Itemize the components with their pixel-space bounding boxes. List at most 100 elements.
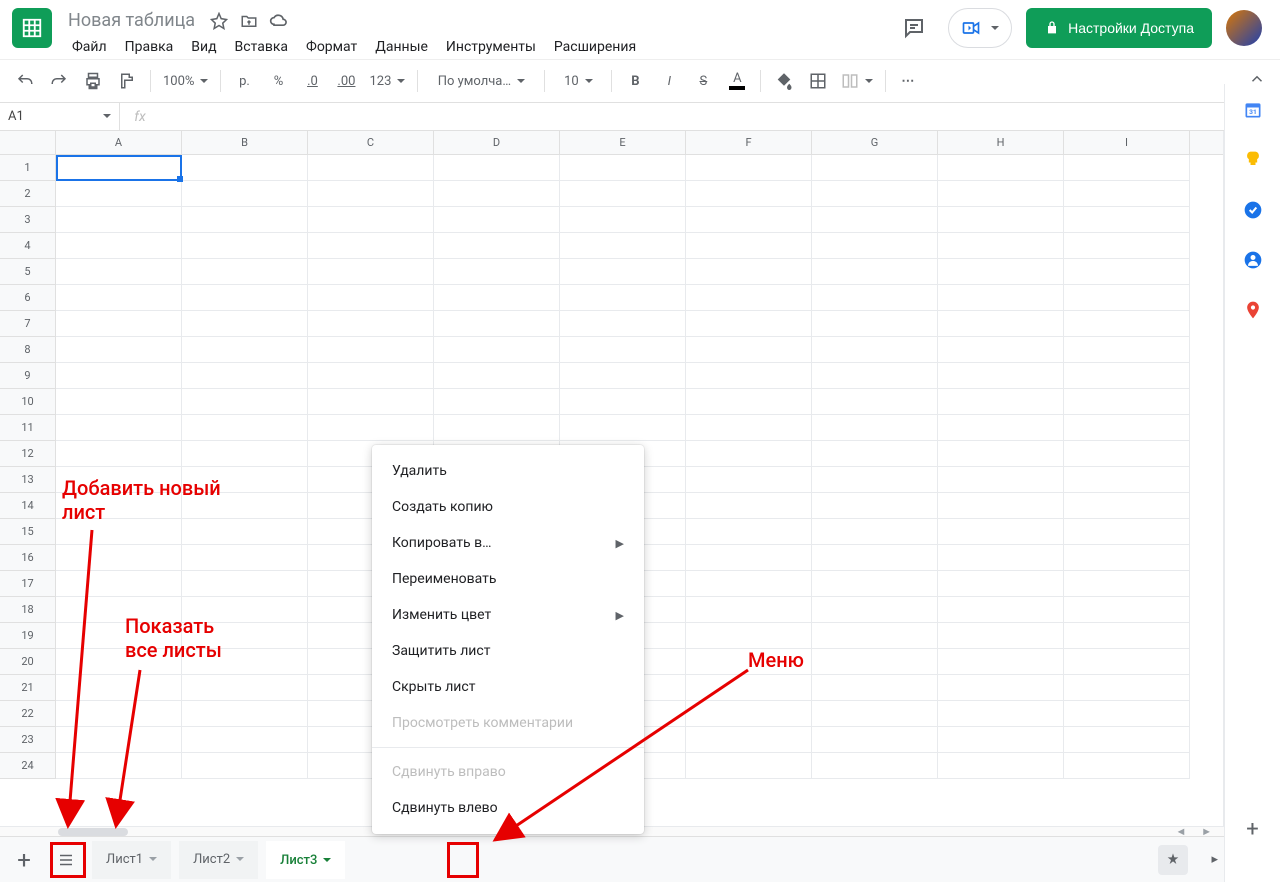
cell[interactable] — [308, 259, 434, 285]
cell[interactable] — [56, 389, 182, 415]
cell[interactable] — [182, 181, 308, 207]
row-header[interactable]: 2 — [0, 181, 56, 207]
ctx-item[interactable]: Защитить лист — [372, 633, 644, 669]
cell[interactable] — [182, 571, 308, 597]
cell[interactable] — [56, 727, 182, 753]
sheet-tab[interactable]: Лист1 — [92, 841, 171, 879]
cell[interactable] — [812, 415, 938, 441]
paint-format-button[interactable] — [112, 66, 142, 96]
cell[interactable] — [182, 259, 308, 285]
cell[interactable] — [1064, 623, 1190, 649]
menu-Правка[interactable]: Правка — [117, 35, 182, 59]
cell[interactable] — [812, 753, 938, 779]
cell[interactable] — [308, 207, 434, 233]
number-format-button[interactable]: 123 — [365, 66, 409, 96]
cell[interactable] — [182, 597, 308, 623]
row-header[interactable]: 24 — [0, 753, 56, 779]
cell[interactable] — [686, 649, 812, 675]
cell[interactable] — [434, 311, 560, 337]
cell[interactable] — [938, 181, 1064, 207]
row-header[interactable]: 8 — [0, 337, 56, 363]
cell[interactable] — [812, 467, 938, 493]
cell[interactable] — [560, 311, 686, 337]
cell[interactable] — [308, 415, 434, 441]
cell[interactable] — [812, 363, 938, 389]
cell[interactable] — [182, 675, 308, 701]
col-header[interactable]: G — [812, 131, 938, 154]
cell[interactable] — [434, 155, 560, 181]
cell[interactable] — [182, 285, 308, 311]
cell[interactable] — [56, 571, 182, 597]
text-color-button[interactable]: A — [722, 66, 752, 96]
cell[interactable] — [182, 727, 308, 753]
cell[interactable] — [1064, 311, 1190, 337]
ctx-item[interactable]: Скрыть лист — [372, 669, 644, 705]
name-box[interactable]: A1 — [0, 103, 120, 130]
cell[interactable] — [938, 311, 1064, 337]
cell[interactable] — [1064, 181, 1190, 207]
cell[interactable] — [182, 649, 308, 675]
cell[interactable] — [938, 753, 1064, 779]
col-header[interactable]: F — [686, 131, 812, 154]
cell[interactable] — [812, 649, 938, 675]
row-header[interactable]: 12 — [0, 441, 56, 467]
cell[interactable] — [560, 233, 686, 259]
row-header[interactable]: 3 — [0, 207, 56, 233]
col-header[interactable]: B — [182, 131, 308, 154]
cell[interactable] — [938, 363, 1064, 389]
cell[interactable] — [938, 337, 1064, 363]
cell[interactable] — [686, 675, 812, 701]
cell[interactable] — [182, 155, 308, 181]
cell[interactable] — [308, 363, 434, 389]
menu-Вид[interactable]: Вид — [183, 35, 224, 59]
cell[interactable] — [812, 571, 938, 597]
cell[interactable] — [1064, 441, 1190, 467]
cell[interactable] — [182, 493, 308, 519]
cell[interactable] — [308, 181, 434, 207]
cell[interactable] — [812, 233, 938, 259]
row-header[interactable]: 23 — [0, 727, 56, 753]
cell[interactable] — [182, 701, 308, 727]
sheets-logo[interactable] — [12, 8, 52, 48]
borders-button[interactable] — [803, 66, 833, 96]
cell[interactable] — [938, 623, 1064, 649]
cell[interactable] — [1064, 701, 1190, 727]
row-header[interactable]: 5 — [0, 259, 56, 285]
cell[interactable] — [56, 233, 182, 259]
cell[interactable] — [56, 155, 182, 181]
row-header[interactable]: 13 — [0, 467, 56, 493]
more-button[interactable]: ⋯ — [894, 66, 924, 96]
cell[interactable] — [560, 181, 686, 207]
cell[interactable] — [56, 545, 182, 571]
row-header[interactable]: 11 — [0, 415, 56, 441]
cell[interactable] — [560, 155, 686, 181]
currency-button[interactable]: р. — [229, 66, 259, 96]
row-header[interactable]: 22 — [0, 701, 56, 727]
cell[interactable] — [1064, 363, 1190, 389]
cell[interactable] — [938, 649, 1064, 675]
cloud-icon[interactable] — [269, 11, 289, 31]
cell[interactable] — [1064, 415, 1190, 441]
cell[interactable] — [938, 415, 1064, 441]
cell[interactable] — [560, 259, 686, 285]
cell[interactable] — [56, 207, 182, 233]
side-panel-add[interactable]: + — [1246, 817, 1258, 842]
cell[interactable] — [182, 207, 308, 233]
all-sheets-button[interactable] — [48, 842, 84, 878]
cell[interactable] — [812, 519, 938, 545]
cell[interactable] — [812, 259, 938, 285]
cell[interactable] — [686, 155, 812, 181]
cell[interactable] — [938, 389, 1064, 415]
cell[interactable] — [434, 415, 560, 441]
cell[interactable] — [686, 623, 812, 649]
cell[interactable] — [686, 571, 812, 597]
ctx-item[interactable]: Изменить цвет▶ — [372, 597, 644, 633]
row-header[interactable]: 15 — [0, 519, 56, 545]
ctx-item[interactable]: Копировать в…▶ — [372, 525, 644, 561]
row-header[interactable]: 1 — [0, 155, 56, 181]
cell[interactable] — [812, 597, 938, 623]
cell[interactable] — [686, 259, 812, 285]
cell[interactable] — [560, 207, 686, 233]
menu-Расширения[interactable]: Расширения — [546, 35, 644, 59]
row-header[interactable]: 7 — [0, 311, 56, 337]
